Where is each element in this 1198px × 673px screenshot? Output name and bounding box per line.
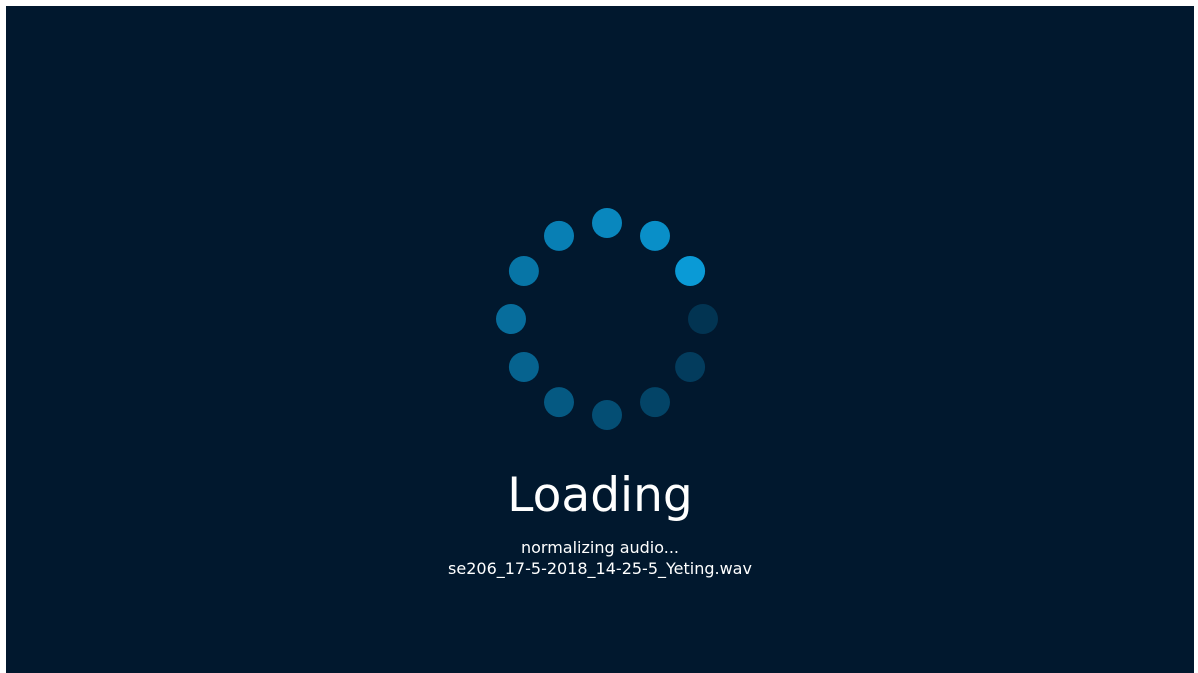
spinner-dot [592, 400, 622, 430]
spinner-dot [592, 208, 622, 238]
spinner-dot [544, 220, 574, 251]
spinner-dot [675, 352, 706, 382]
loading-screen: Loading normalizing audio... se206_17-5-… [6, 6, 1194, 673]
loading-title: Loading [507, 468, 693, 523]
file-name: se206_17-5-2018_14-25-5_Yeting.wav [448, 559, 752, 578]
spinner-dot [675, 256, 706, 286]
spinner-dot [508, 352, 539, 382]
spinner-dot [640, 387, 670, 418]
spinner-dot [544, 387, 574, 418]
spinner-dot [496, 304, 526, 334]
spinner-dot [508, 256, 539, 286]
spinner-dot [688, 304, 718, 334]
spinner-dot [640, 220, 670, 251]
status-text: normalizing audio... [520, 538, 680, 557]
